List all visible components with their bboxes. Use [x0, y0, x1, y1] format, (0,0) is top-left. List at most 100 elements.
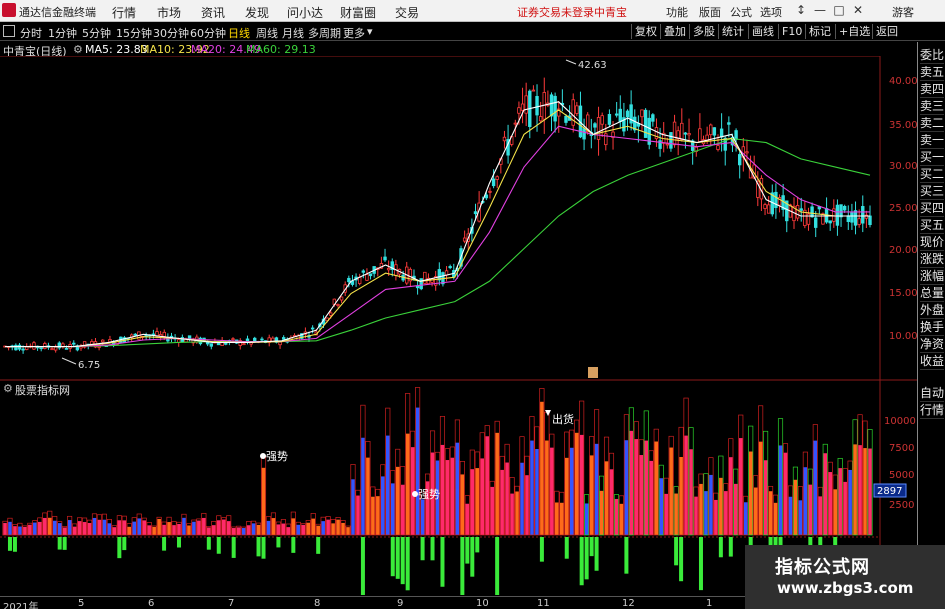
volume-bar [13, 526, 17, 535]
volume-bar [306, 522, 311, 535]
volume-bar [82, 522, 87, 535]
menu-function[interactable]: 功能 [666, 4, 688, 20]
negative-bar [698, 537, 703, 591]
volume-tick-2500: 2500 [889, 500, 914, 511]
sidebar-change[interactable]: 涨跌 [920, 250, 944, 268]
draw-line-button[interactable]: 画线 [748, 24, 777, 39]
candle-body [133, 333, 137, 336]
kline-chart[interactable]: 40.00 35.00 30.00 25.00 20.00 15.00 10.0… [0, 56, 917, 596]
negative-bar [360, 537, 365, 595]
sidebar-turnover[interactable]: 换手 [920, 318, 944, 336]
negative-bar [718, 537, 723, 558]
menu-discover[interactable]: 发现 [245, 4, 269, 21]
period-5min[interactable]: 5分钟 [82, 25, 111, 41]
mark-button[interactable]: 标记 [805, 24, 834, 39]
volume-bar [405, 433, 410, 535]
price-tick-20: 20.00 [889, 245, 917, 256]
sidebar-bid5[interactable]: 买五 [920, 216, 944, 234]
volume-bar [361, 437, 365, 535]
sidebar-change-pct[interactable]: 涨幅 [920, 267, 944, 285]
candle-body [336, 304, 340, 306]
stock-name-tab[interactable]: 中青宝 [594, 4, 627, 20]
sidebar-auto[interactable]: 自动 [920, 384, 944, 402]
volume-bar [390, 483, 395, 535]
back-button[interactable]: 返回 [872, 24, 901, 39]
period-15min[interactable]: 15分钟 [116, 25, 152, 41]
minimize-icon[interactable]: — [812, 3, 828, 17]
menu-news[interactable]: 资讯 [201, 4, 225, 21]
sidebar-bid1[interactable]: 买一 [920, 148, 944, 166]
candle-body [853, 210, 858, 226]
sidebar-bid4[interactable]: 买四 [920, 199, 944, 217]
negative-bar [495, 537, 500, 595]
panel-toggle-icon[interactable] [3, 25, 15, 37]
menu-wealth-circle[interactable]: 财富圈 [340, 4, 376, 21]
menu-ask-xiaoda[interactable]: 问小达 [287, 4, 323, 21]
volume-bar [634, 439, 639, 535]
add-watchlist-button[interactable]: +自选 [835, 24, 873, 39]
period-1min[interactable]: 1分钟 [48, 25, 77, 41]
negative-bar [316, 537, 321, 554]
volume-bar [316, 525, 320, 535]
period-intraday[interactable]: 分时 [20, 25, 42, 41]
sidebar-ask3[interactable]: 卖三 [920, 97, 944, 115]
price-tick-40: 40.00 [889, 76, 917, 87]
sidebar-ask2[interactable]: 卖二 [920, 114, 944, 132]
sidebar-bid2[interactable]: 买二 [920, 165, 944, 183]
period-more[interactable]: 更多 [343, 25, 365, 41]
volume-bar [564, 457, 569, 535]
volume-bar [639, 455, 644, 535]
menu-market[interactable]: 市场 [157, 4, 181, 21]
f10-button[interactable]: F10 [778, 24, 805, 39]
period-monthly[interactable]: 月线 [282, 25, 304, 41]
candle-body [242, 343, 246, 346]
period-30min[interactable]: 30分钟 [153, 25, 189, 41]
menu-formula[interactable]: 公式 [730, 4, 752, 20]
menu-layout[interactable]: 版面 [699, 4, 721, 20]
volume-bar [460, 474, 465, 535]
volume-bar [619, 503, 624, 535]
volume-bar [823, 453, 828, 535]
candle-body [21, 348, 25, 351]
candle-body [101, 339, 105, 343]
volume-bar [152, 526, 156, 535]
sidebar-net-assets[interactable]: 净资 [920, 335, 944, 353]
pin-icon[interactable]: ↕ [793, 3, 809, 17]
menu-options[interactable]: 选项 [760, 4, 782, 20]
chevron-down-icon[interactable]: ▾ [367, 25, 373, 38]
sidebar-quotes[interactable]: 行情 [920, 401, 944, 419]
sidebar-commission-ratio[interactable]: 委比 [920, 46, 944, 64]
indicator-settings-icon[interactable]: ⚙ [3, 382, 13, 395]
multi-stock-button[interactable]: 多股 [689, 24, 718, 39]
period-multi[interactable]: 多周期 [308, 25, 341, 41]
period-weekly[interactable]: 周线 [256, 25, 278, 41]
sidebar-ask5[interactable]: 卖五 [920, 63, 944, 81]
close-icon[interactable]: ✕ [850, 3, 866, 17]
statistics-button[interactable]: 统计 [718, 24, 747, 39]
volume-bar [72, 526, 77, 535]
volume-bar [107, 523, 112, 535]
sidebar-last-price[interactable]: 现价 [920, 233, 944, 251]
candle-body [727, 122, 731, 125]
period-daily[interactable]: 日线 [228, 25, 250, 41]
login-status[interactable]: 证券交易未登录 [517, 4, 594, 20]
adjust-button[interactable]: 复权 [631, 24, 660, 39]
sidebar-ask1[interactable]: 卖一 [920, 131, 944, 149]
guest-label[interactable]: 游客 [892, 4, 914, 20]
menu-market-quotes[interactable]: 行情 [112, 4, 136, 21]
volume-bar [525, 475, 529, 535]
sidebar-outer-volume[interactable]: 外盘 [920, 301, 944, 319]
sidebar-bid3[interactable]: 买三 [920, 182, 944, 200]
menu-trade[interactable]: 交易 [395, 4, 419, 21]
volume-bar [689, 449, 693, 535]
sidebar-ask4[interactable]: 卖四 [920, 80, 944, 98]
overlay-button[interactable]: 叠加 [660, 24, 689, 39]
settings-gear-icon[interactable]: ⚙ [73, 43, 83, 56]
period-60min[interactable]: 60分钟 [190, 25, 226, 41]
volume-bar [858, 445, 862, 535]
maximize-icon[interactable]: □ [831, 3, 847, 17]
sidebar-volume[interactable]: 总量 [920, 284, 944, 302]
volume-bar [296, 524, 301, 535]
negative-bar [539, 537, 544, 562]
sidebar-earnings[interactable]: 收益 [920, 352, 944, 370]
